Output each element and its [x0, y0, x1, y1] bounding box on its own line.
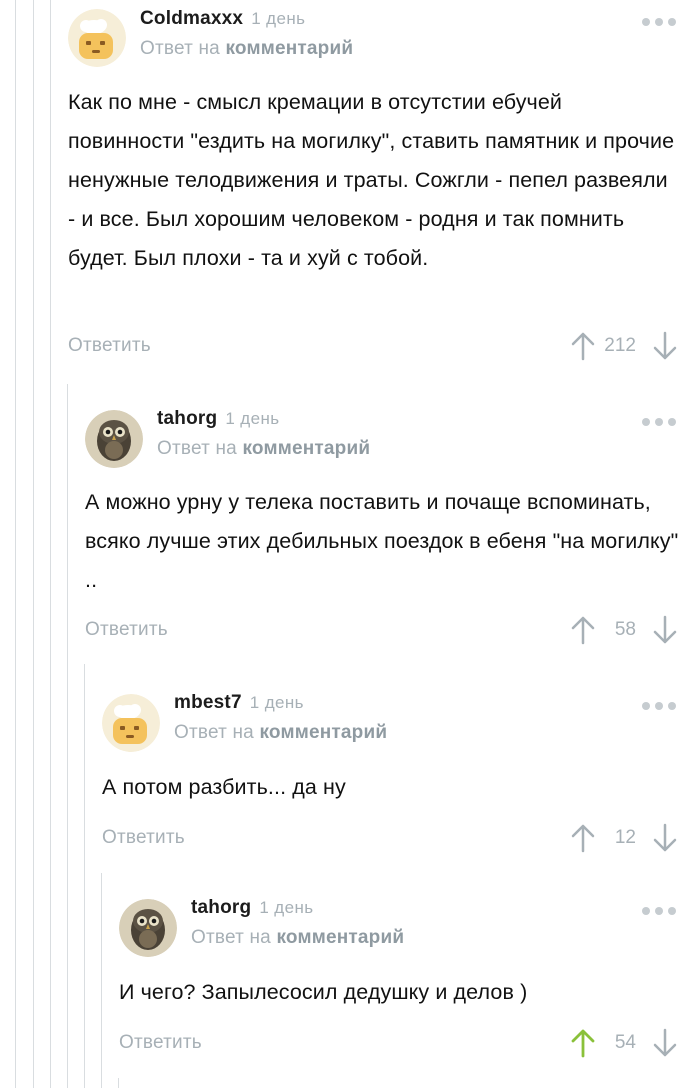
comment-date: 1 день [225, 409, 280, 428]
reply-link[interactable]: комментарий [259, 722, 387, 743]
rating-count: 58 [614, 619, 636, 640]
upvote-arrow-icon[interactable] [570, 1028, 596, 1058]
reply-link[interactable]: комментарий [242, 438, 370, 459]
comment-actions: Ответить 12 [102, 823, 700, 857]
reply-to: Ответ на комментарий [157, 438, 370, 460]
chef-avatar-icon [102, 694, 160, 752]
comment-date: 1 день [259, 898, 314, 917]
downvote-arrow-icon[interactable] [652, 615, 678, 645]
reply-to: Ответ на комментарий [174, 722, 387, 744]
comment-date: 1 день [251, 9, 306, 28]
comment-date: 1 день [249, 693, 304, 712]
avatar[interactable] [119, 899, 177, 957]
comment-header: Coldmaxxx 1 день Ответ на комментарий [68, 8, 700, 72]
author-name[interactable]: mbest7 [174, 692, 242, 713]
comment: mbest7 1 день Ответ на комментарий А пото… [102, 692, 700, 862]
comment-text: Как по мне - смысл кремации в отсутстии … [68, 90, 675, 270]
comment: Coldmaxxx 1 день Ответ на комментарий Как… [68, 8, 700, 378]
thread-line [67, 384, 68, 1088]
chef-avatar-icon [68, 9, 126, 67]
avatar[interactable] [68, 9, 126, 67]
thread-line [84, 664, 85, 1088]
upvote-arrow-icon[interactable] [570, 615, 596, 645]
comment-actions: Ответить 54 [119, 1028, 700, 1062]
author-name[interactable]: tahorg [191, 897, 251, 918]
reply-prefix: Ответ на [174, 722, 254, 743]
rating-count: 54 [614, 1032, 636, 1053]
reply-link[interactable]: комментарий [225, 38, 353, 59]
author-name[interactable]: tahorg [157, 408, 217, 429]
reply-prefix: Ответ на [191, 927, 271, 948]
downvote-arrow-icon[interactable] [652, 331, 678, 361]
reply-button[interactable]: Ответить [119, 1032, 202, 1054]
thread-line [50, 0, 51, 1088]
comment-text: И чего? Запылесосил дедушку и делов ) [119, 980, 528, 1004]
reply-button[interactable]: Ответить [68, 335, 151, 357]
comment: tahorg 1 день Ответ на комментарий И чего… [119, 897, 700, 1072]
comment-text: А можно урну у телека поставить и почаще… [85, 490, 679, 592]
more-options-icon[interactable] [642, 418, 676, 426]
comment-actions: Ответить 58 [85, 615, 700, 649]
downvote-arrow-icon[interactable] [652, 1028, 678, 1058]
comment-header: mbest7 1 день Ответ на комментарий [102, 692, 700, 756]
avatar[interactable] [102, 694, 160, 752]
more-options-icon[interactable] [642, 18, 676, 26]
username[interactable]: tahorg 1 день [191, 897, 314, 919]
upvote-arrow-icon[interactable] [570, 823, 596, 853]
reply-button[interactable]: Ответить [102, 827, 185, 849]
reply-link[interactable]: комментарий [276, 927, 404, 948]
comment-actions: Ответить 212 [68, 331, 700, 365]
more-options-icon[interactable] [642, 702, 676, 710]
comment-header: tahorg 1 день Ответ на комментарий [119, 897, 700, 961]
rating-count: 12 [614, 827, 636, 848]
username[interactable]: mbest7 1 день [174, 692, 304, 714]
reply-prefix: Ответ на [157, 438, 237, 459]
owl-avatar-icon [119, 899, 177, 957]
author-name[interactable]: Coldmaxxx [140, 8, 243, 29]
thread-line [15, 0, 16, 1088]
comment-text: А потом разбить... да ну [102, 775, 346, 799]
comment-header: tahorg 1 день Ответ на комментарий [85, 408, 700, 472]
thread-line [118, 1078, 119, 1088]
thread-line [33, 0, 34, 1088]
more-options-icon[interactable] [642, 907, 676, 915]
rating-count: 212 [604, 335, 636, 356]
reply-prefix: Ответ на [140, 38, 220, 59]
reply-button[interactable]: Ответить [85, 619, 168, 641]
comment: tahorg 1 день Ответ на комментарий А можн… [85, 408, 700, 653]
owl-avatar-icon [85, 410, 143, 468]
avatar[interactable] [85, 410, 143, 468]
username[interactable]: Coldmaxxx 1 день [140, 8, 305, 30]
username[interactable]: tahorg 1 день [157, 408, 280, 430]
upvote-arrow-icon[interactable] [570, 331, 596, 361]
thread-line [101, 873, 102, 1088]
downvote-arrow-icon[interactable] [652, 823, 678, 853]
reply-to: Ответ на комментарий [140, 38, 353, 60]
reply-to: Ответ на комментарий [191, 927, 404, 949]
